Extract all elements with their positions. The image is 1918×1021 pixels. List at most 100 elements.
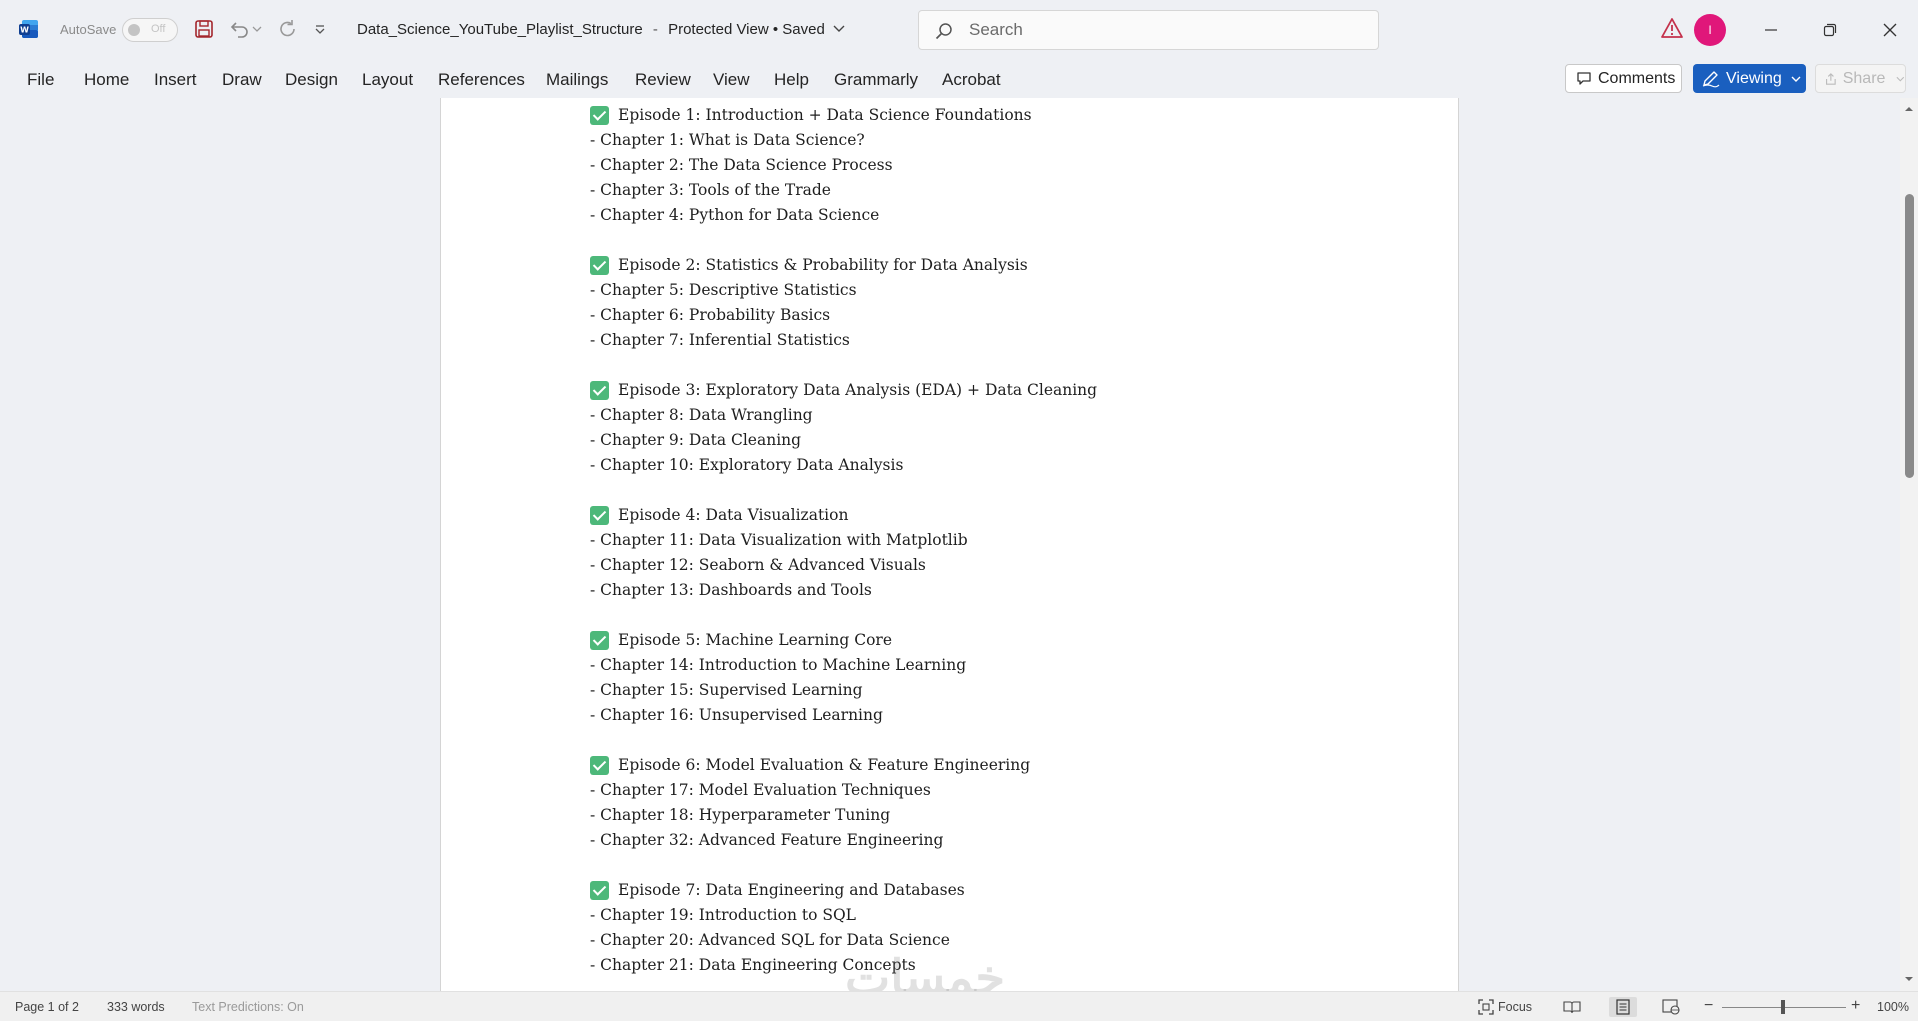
scrollbar-thumb[interactable] [1905, 194, 1914, 478]
checkmark-icon [590, 880, 609, 900]
toggle-knob [128, 24, 140, 36]
read-mode-icon[interactable] [1561, 997, 1583, 1017]
chevron-down-icon [1791, 76, 1801, 82]
search-icon [935, 23, 952, 40]
chapter-line: - Chapter 18: Hyperparameter Tuning [590, 806, 891, 824]
web-layout-icon[interactable] [1660, 997, 1682, 1017]
zoom-level[interactable]: 100% [1877, 1000, 1909, 1014]
tab-file[interactable]: File [27, 70, 54, 90]
scroll-up-arrow-icon[interactable] [1904, 104, 1914, 114]
pen-icon [1702, 70, 1720, 87]
undo-icon[interactable] [226, 16, 252, 42]
tab-acrobat[interactable]: Acrobat [942, 70, 1001, 90]
close-icon [1883, 23, 1897, 37]
focus-label[interactable]: Focus [1498, 1000, 1532, 1014]
chapter-line: - Chapter 9: Data Cleaning [590, 431, 802, 449]
customize-toolbar-icon[interactable] [310, 16, 330, 42]
view-mode-label: Protected View [668, 21, 769, 38]
tab-layout[interactable]: Layout [362, 70, 413, 90]
scroll-down-arrow-icon[interactable] [1904, 974, 1914, 984]
episode-block: Episode 4: Data Visualization - Chapter 1… [590, 502, 1097, 603]
share-icon [1826, 72, 1836, 85]
checkmark-icon [590, 755, 609, 775]
episode-heading: Episode 6: Model Evaluation & Feature En… [590, 752, 1097, 778]
minimize-icon [1765, 29, 1777, 31]
viewing-mode-button[interactable]: Viewing [1693, 64, 1806, 93]
save-icon[interactable] [191, 16, 217, 42]
vertical-scrollbar[interactable] [1900, 98, 1918, 991]
chapter-line: - Chapter 15: Supervised Learning [590, 681, 863, 699]
word-app-icon: W [19, 20, 38, 38]
episode-heading: Episode 2: Statistics & Probability for … [590, 252, 1097, 278]
chapter-line: - Chapter 11: Data Visualization with Ma… [590, 531, 968, 549]
chapter-line: - Chapter 10: Exploratory Data Analysis [590, 456, 904, 474]
tab-references[interactable]: References [438, 70, 525, 90]
chapter-line: - Chapter 32: Advanced Feature Engineeri… [590, 831, 944, 849]
episode-block: Episode 3: Exploratory Data Analysis (ED… [590, 377, 1097, 478]
restore-icon [1823, 23, 1837, 37]
comment-icon [1577, 72, 1591, 85]
chapter-line: - Chapter 6: Probability Basics [590, 306, 831, 324]
episode-block: Episode 5: Machine Learning Core - Chapte… [590, 627, 1097, 728]
chapter-line: - Chapter 14: Introduction to Machine Le… [590, 656, 967, 674]
episode-heading: Episode 1: Introduction + Data Science F… [590, 102, 1097, 128]
autosave-label: AutoSave [60, 22, 117, 37]
comments-button[interactable]: Comments [1565, 64, 1682, 93]
save-state-label: Saved [782, 21, 825, 38]
episode-title: Episode 4: Data Visualization [618, 505, 849, 524]
tab-draw[interactable]: Draw [222, 70, 262, 90]
document-body: Episode 1: Introduction + Data Science F… [590, 102, 1097, 991]
word-count[interactable]: 333 words [107, 1000, 165, 1014]
tab-help[interactable]: Help [774, 70, 809, 90]
text-predictions-status[interactable]: Text Predictions: On [192, 1000, 304, 1014]
tab-review[interactable]: Review [635, 70, 691, 90]
search-box[interactable] [918, 10, 1379, 50]
zoom-in-button[interactable]: + [1851, 997, 1860, 1015]
chapter-line: - Chapter 17: Model Evaluation Technique… [590, 781, 931, 799]
page-count[interactable]: Page 1 of 2 [15, 1000, 79, 1014]
chapter-line: - Chapter 8: Data Wrangling [590, 406, 813, 424]
tab-view[interactable]: View [713, 70, 750, 90]
tab-home[interactable]: Home [84, 70, 129, 90]
redo-icon[interactable] [275, 16, 301, 42]
checkmark-icon [590, 630, 609, 650]
checkmark-icon [590, 505, 609, 525]
chapter-line: - Chapter 1: What is Data Science? [590, 131, 865, 149]
episode-block: Episode 7: Data Engineering and Database… [590, 877, 1097, 978]
episode-block: Episode 6: Model Evaluation & Feature En… [590, 752, 1097, 853]
episode-heading: Episode 7: Data Engineering and Database… [590, 877, 1097, 903]
restore-button[interactable] [1805, 8, 1855, 52]
title-chevron-down-icon [833, 25, 845, 32]
chapter-line: - Chapter 7: Inferential Statistics [590, 331, 850, 349]
autosave-toggle[interactable]: Off [122, 18, 178, 42]
tab-design[interactable]: Design [285, 70, 338, 90]
minimize-button[interactable] [1746, 8, 1796, 52]
search-input[interactable] [969, 19, 1349, 41]
zoom-out-button[interactable]: − [1704, 997, 1713, 1015]
chapter-line: - Chapter 2: The Data Science Process [590, 156, 893, 174]
close-button[interactable] [1865, 8, 1915, 52]
chapter-line: - Chapter 19: Introduction to SQL [590, 906, 856, 924]
document-page[interactable]: Episode 1: Introduction + Data Science F… [440, 98, 1459, 991]
tab-mailings[interactable]: Mailings [546, 70, 608, 90]
user-avatar[interactable]: I [1694, 14, 1726, 46]
chapter-line: - Chapter 13: Dashboards and Tools [590, 581, 872, 599]
warning-icon[interactable] [1660, 17, 1684, 39]
tab-grammarly[interactable]: Grammarly [834, 70, 918, 90]
title-bar: W AutoSave Off Data_Science_YouTube_Play… [0, 0, 1918, 60]
share-button[interactable]: Share [1815, 64, 1906, 93]
title-dot: • [772, 21, 783, 38]
print-layout-icon[interactable] [1609, 997, 1637, 1017]
episode-block: Episode 1: Introduction + Data Science F… [590, 102, 1097, 228]
comments-label: Comments [1598, 69, 1676, 87]
chapter-line: - Chapter 3: Tools of the Trade [590, 181, 831, 199]
tab-insert[interactable]: Insert [154, 70, 197, 90]
document-title[interactable]: Data_Science_YouTube_Playlist_Structure … [357, 21, 845, 38]
episode-title: Episode 6: Model Evaluation & Feature En… [618, 755, 1031, 774]
undo-dropdown-chevron-icon[interactable] [250, 16, 264, 42]
focus-icon[interactable] [1475, 997, 1497, 1017]
share-label: Share [1842, 69, 1886, 87]
chapter-line: - Chapter 16: Unsupervised Learning [590, 706, 883, 724]
episode-heading: Episode 4: Data Visualization [590, 502, 1097, 528]
zoom-slider-thumb[interactable] [1781, 1000, 1785, 1014]
